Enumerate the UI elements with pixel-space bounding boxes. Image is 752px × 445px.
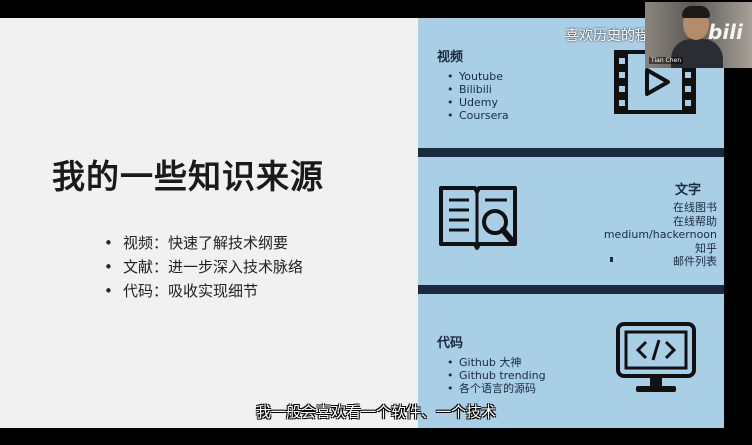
text-heading: 文字 [675, 183, 702, 198]
code-source-item: Github 大神 [447, 356, 546, 369]
text-source-item: 在线帮助 [673, 214, 717, 228]
bullet-code: 代码：吸收实现细节 [104, 279, 303, 303]
video-source-item: Bilibili [447, 83, 509, 96]
bottom-letterbox [0, 428, 752, 445]
video-source-list: Youtube Bilibili Udemy Coursera [447, 70, 509, 122]
bilibili-logo: bili [708, 20, 743, 44]
video-source-item: Youtube [447, 70, 509, 83]
bullet-literature: 文献：进一步深入技术脉络 [104, 255, 303, 279]
code-heading: 代码 [437, 336, 464, 351]
section-divider [418, 285, 724, 294]
top-letterbox [0, 0, 752, 18]
video-source-item: Coursera [447, 109, 509, 122]
code-source-item: 各个语言的源码 [447, 382, 546, 395]
cursor-mark [610, 257, 613, 262]
text-source-item: 在线图书 [673, 201, 717, 214]
text-source-item: 知乎 [695, 241, 717, 255]
code-source-list: Github 大神 Github trending 各个语言的源码 [447, 356, 546, 395]
slide-title: 我的一些知识来源 [52, 157, 324, 196]
video-subtitle: 我一般会喜欢看一个软件、一个技术 [255, 403, 496, 421]
text-source-item: 邮件列表 [673, 255, 717, 268]
slide-left-panel [0, 18, 418, 428]
slide-bullet-list: 视频：快速了解技术纲要 文献：进一步深入技术脉络 代码：吸收实现细节 [104, 231, 303, 303]
text-source-list: 在线图书 在线帮助 medium/hackernoon 知乎 邮件列表 [604, 201, 717, 269]
code-monitor-icon [616, 322, 696, 392]
video-heading: 视频 [437, 50, 464, 65]
code-source-item: Github trending [447, 369, 546, 382]
section-divider [418, 148, 724, 157]
text-source-item: medium/hackernoon [603, 228, 717, 241]
webcam-name-label: Tian Chen [649, 57, 684, 64]
video-source-item: Udemy [447, 96, 509, 109]
book-search-icon [439, 186, 517, 250]
bullet-video: 视频：快速了解技术纲要 [104, 231, 303, 255]
